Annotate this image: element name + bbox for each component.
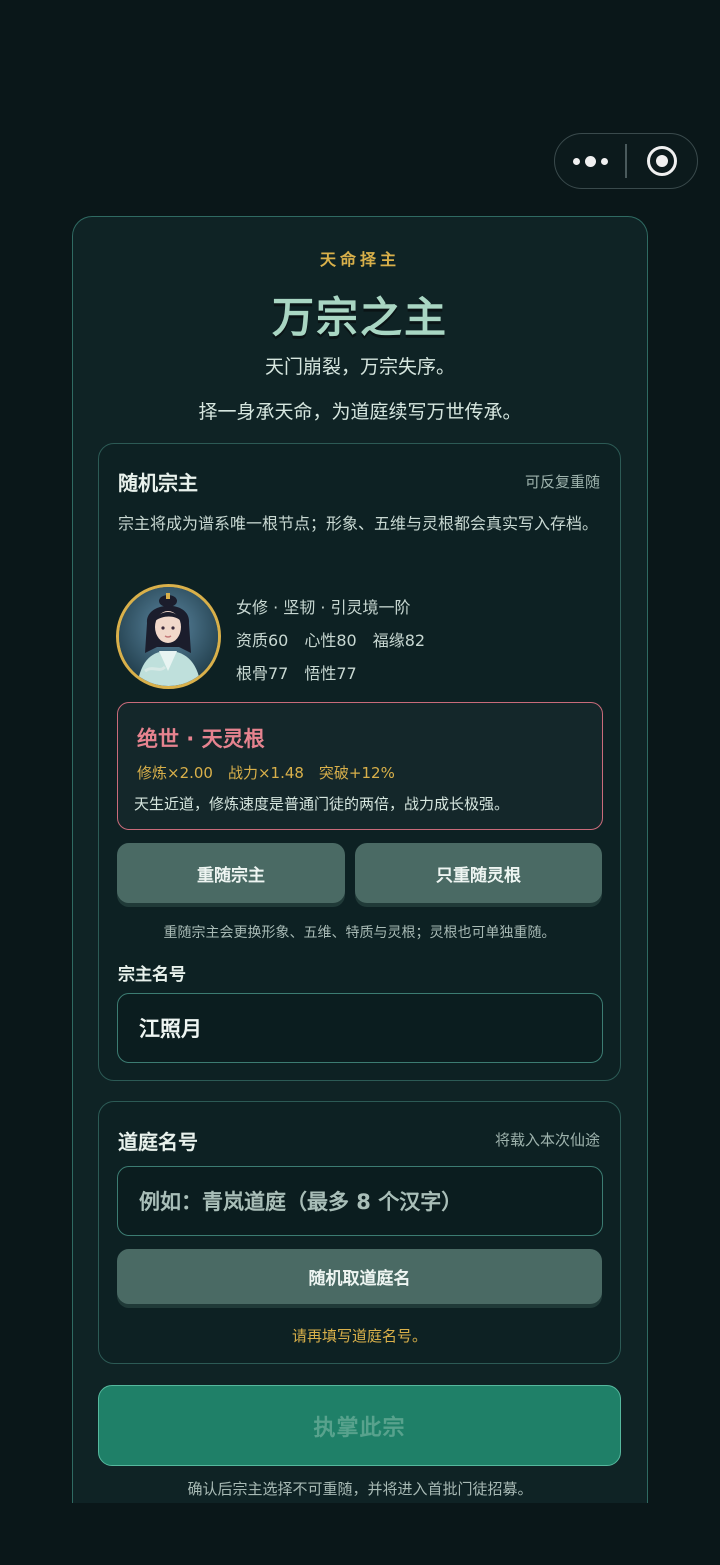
spirit-root-title: 绝世 · 天灵根 [137, 727, 265, 751]
reroll-master-button[interactable]: 重随宗主 [117, 843, 345, 903]
court-name-heading: 道庭名号 [118, 1130, 198, 1154]
reroll-tag: 可反复重随 [524, 473, 600, 491]
confirm-footnote: 确认后宗主选择不可重随，并将进入首批门徒招募。 [187, 1480, 533, 1498]
confirm-master-button[interactable]: 执掌此宗 [98, 1385, 621, 1466]
master-name-input[interactable]: 江照月 [117, 993, 603, 1063]
page-subtitle-2: 择一身承天命，为道庭续写万世传承。 [198, 401, 522, 423]
page-kicker: 天命择主 [319, 250, 400, 269]
master-stats-2: 根骨77 悟性77 [236, 664, 357, 683]
court-name-warning: 请再填写道庭名号。 [291, 1327, 427, 1345]
bottom-area [0, 1503, 720, 1565]
target-circle-icon[interactable] [627, 134, 698, 188]
master-avatar [116, 584, 221, 689]
more-dots-icon[interactable] [555, 134, 625, 188]
reroll-hint: 重随宗主会更换形象、五维、特质与灵根；灵根也可单独重随。 [163, 925, 556, 941]
court-name-input[interactable]: 例如：青岚道庭（最多 8 个汉字） [117, 1166, 603, 1236]
master-stats-1: 资质60 心性80 福缘82 [236, 631, 426, 650]
spirit-root-description: 天生近道，修炼速度是普通门徒的两倍，战力成长极强。 [134, 795, 510, 813]
spirit-root-modifiers: 修炼×2.00 战力×1.48 突破+12% [137, 764, 395, 782]
page-subtitle-1: 天门崩裂，万宗失序。 [264, 356, 455, 378]
master-traits: 女修 · 坚韧 · 引灵境一阶 [236, 598, 411, 617]
court-name-tag: 将载入本次仙途 [494, 1131, 600, 1149]
master-name-label: 宗主名号 [118, 965, 186, 985]
random-court-name-button[interactable]: 随机取道庭名 [117, 1249, 602, 1304]
random-master-heading: 随机宗主 [118, 471, 198, 495]
page-title: 万宗之主 [271, 293, 448, 342]
reroll-root-button[interactable]: 只重随灵根 [355, 843, 602, 903]
miniprogram-capsule [554, 133, 698, 189]
random-master-description: 宗主将成为谱系唯一根节点；形象、五维与灵根都会真实写入存档。 [118, 514, 599, 533]
